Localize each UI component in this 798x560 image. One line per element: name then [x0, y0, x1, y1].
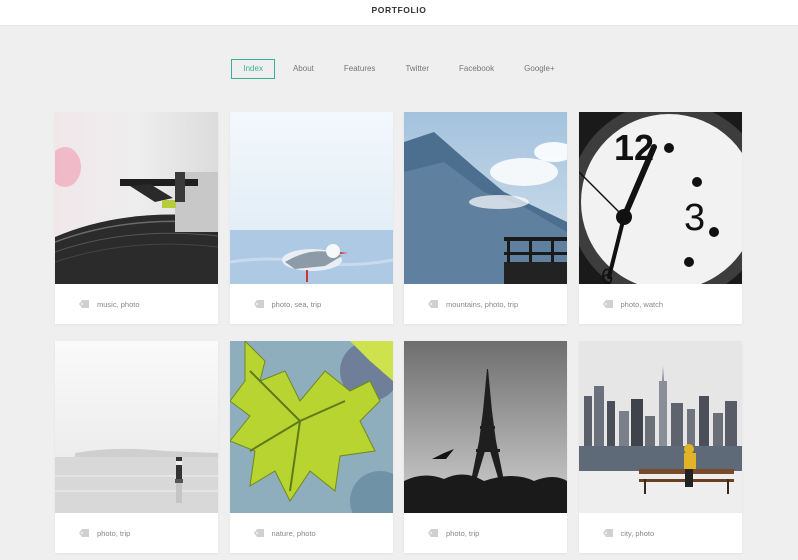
mountains-photo[interactable]	[404, 112, 567, 284]
turntable-photo[interactable]	[55, 112, 218, 284]
portfolio-card: photo, sea, trip	[229, 112, 393, 324]
card-tags[interactable]: photo, sea, trip	[272, 300, 322, 309]
portfolio-grid: music, photo photo, sea, trip mountains,…	[55, 112, 743, 553]
clock-photo[interactable]: 12 3 6	[578, 112, 742, 284]
card-meta: photo, trip	[55, 513, 218, 553]
portfolio-card: 12 3 6 photo, watch	[578, 112, 742, 324]
portfolio-card: music, photo	[55, 112, 218, 324]
card-tags[interactable]: photo, trip	[97, 529, 130, 538]
tag-icon	[253, 529, 264, 537]
leaf-photo[interactable]	[229, 341, 393, 513]
portfolio-card: nature, photo	[229, 341, 393, 553]
card-meta: photo, watch	[579, 284, 742, 324]
top-bar: PORTFOLIO	[0, 0, 798, 26]
eiffel-tower-photo[interactable]	[404, 341, 567, 513]
card-meta: photo, sea, trip	[230, 284, 393, 324]
clock-numeral-three: 3	[684, 197, 705, 239]
card-tags[interactable]: photo, trip	[446, 529, 479, 538]
tag-icon	[602, 300, 613, 308]
card-meta: mountains, photo, trip	[404, 284, 567, 324]
card-meta: nature, photo	[230, 513, 393, 553]
nav-facebook[interactable]: Facebook	[447, 59, 506, 79]
card-tags[interactable]: photo, watch	[621, 300, 664, 309]
card-tags[interactable]: city, photo	[621, 529, 655, 538]
portfolio-card: mountains, photo, trip	[404, 112, 567, 324]
nav-index[interactable]: Index	[231, 59, 275, 79]
nav-twitter[interactable]: Twitter	[393, 59, 441, 79]
nav-google-plus[interactable]: Google+	[512, 59, 566, 79]
card-meta: music, photo	[55, 284, 218, 324]
tag-icon	[428, 300, 438, 308]
portfolio-card: city, photo	[578, 341, 742, 553]
tag-icon	[79, 529, 89, 537]
nav-features[interactable]: Features	[332, 59, 388, 79]
nav-about[interactable]: About	[281, 59, 326, 79]
card-tags[interactable]: nature, photo	[272, 529, 316, 538]
main-nav: Index About Features Twitter Facebook Go…	[0, 59, 798, 79]
tag-icon	[428, 529, 438, 537]
tag-icon	[79, 300, 89, 308]
card-meta: city, photo	[579, 513, 742, 553]
card-tags[interactable]: music, photo	[97, 300, 140, 309]
portfolio-card: photo, trip	[55, 341, 218, 553]
seagull-photo[interactable]	[229, 112, 393, 284]
lighthouse-photo[interactable]	[55, 341, 218, 513]
city-skyline-photo[interactable]	[578, 341, 742, 513]
tag-icon	[602, 529, 613, 537]
card-tags[interactable]: mountains, photo, trip	[446, 300, 518, 309]
site-title[interactable]: PORTFOLIO	[372, 5, 427, 15]
card-meta: photo, trip	[404, 513, 567, 553]
portfolio-card: photo, trip	[404, 341, 567, 553]
tag-icon	[253, 300, 264, 308]
